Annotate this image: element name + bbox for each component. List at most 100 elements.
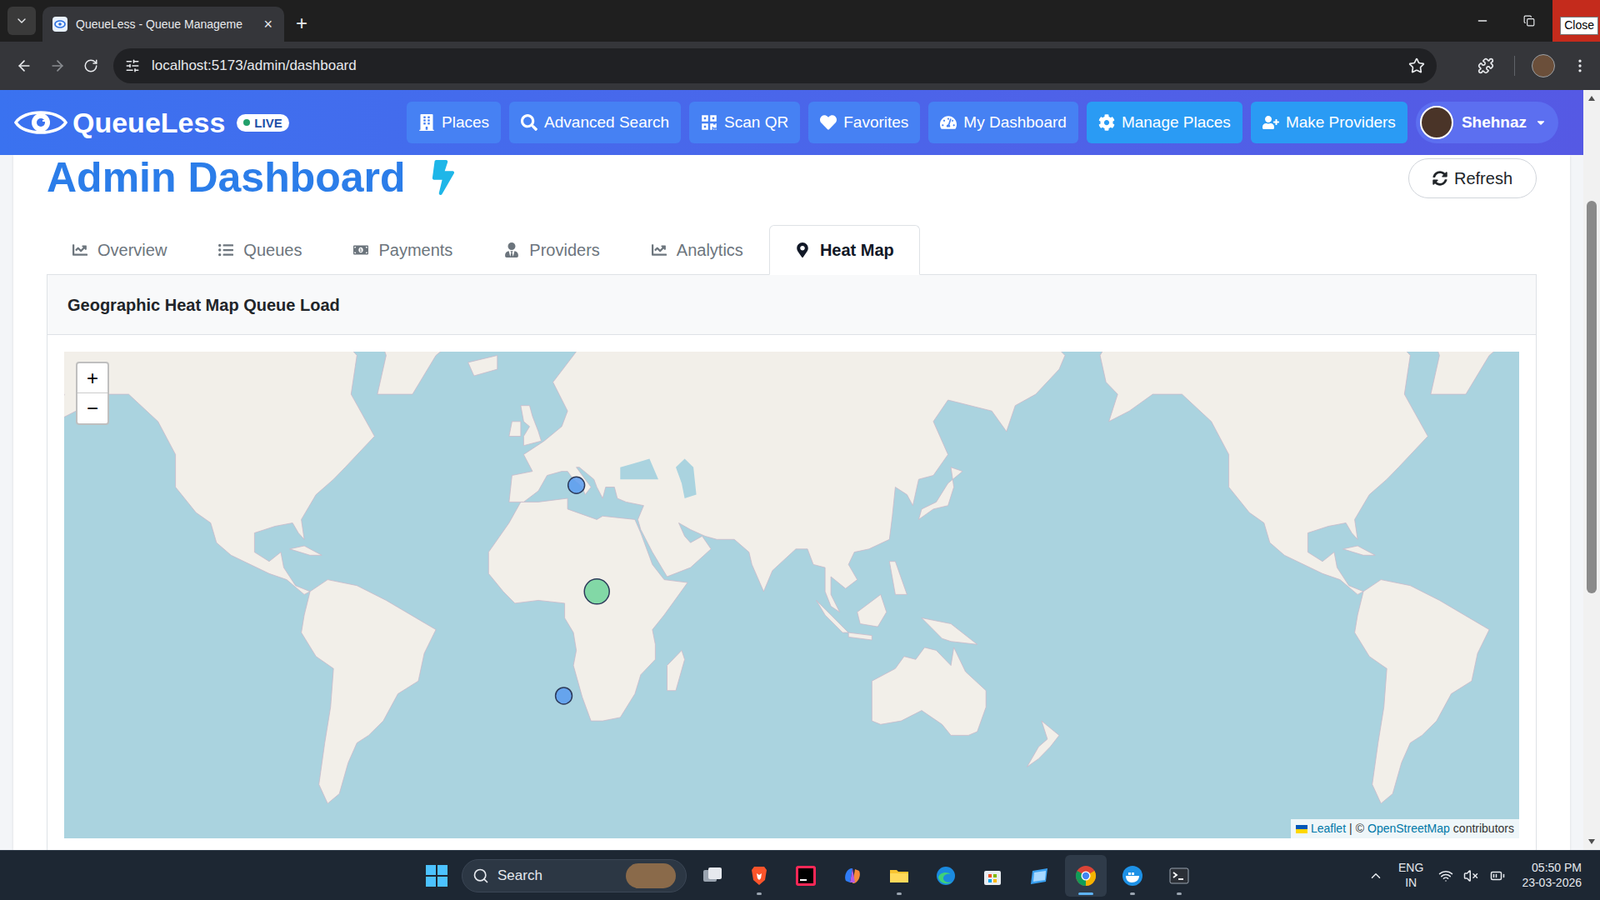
dashboard-tab[interactable]: Providers (478, 225, 625, 275)
scrollbar-thumb[interactable] (1586, 200, 1597, 594)
chevron-down-icon (15, 14, 29, 28)
wifi-icon (1438, 868, 1454, 884)
copilot-icon (840, 864, 865, 888)
refresh-button[interactable]: Refresh (1408, 158, 1537, 199)
dashboard-tabs: OverviewQueuesPaymentsProvidersAnalytics… (46, 225, 1537, 275)
star-icon[interactable] (1408, 57, 1425, 75)
running-indicator (1078, 892, 1094, 895)
brand-name: QueueLess (72, 108, 225, 137)
osm-link[interactable]: OpenStreetMap (1367, 820, 1450, 838)
dashboard-tab[interactable]: Queues (192, 225, 328, 275)
taskbar-app[interactable] (971, 855, 1014, 897)
menu-icon[interactable] (1571, 57, 1589, 75)
nav-button[interactable]: Favorites (808, 101, 920, 144)
user-menu[interactable]: Shehnaz (1415, 101, 1559, 144)
nav-button[interactable]: Manage Places (1086, 101, 1243, 144)
dashboard-tab[interactable]: Overview (46, 225, 193, 275)
url-text: localhost:5173/admin/dashboard (151, 55, 1397, 77)
zoom-control: +− (75, 361, 110, 425)
search-icon (520, 114, 538, 131)
nav-button[interactable]: Advanced Search (509, 101, 681, 144)
site-info-icon[interactable] (125, 58, 140, 74)
chart-icon (651, 242, 667, 258)
forward-button[interactable] (43, 51, 72, 80)
tab-list-button[interactable] (7, 6, 36, 35)
nav-button[interactable]: Places (406, 101, 501, 144)
zoom-out-button[interactable]: − (77, 393, 108, 424)
browser-tab-strip: QueueLess - Queue Manageme×+Close (0, 0, 1600, 42)
nav-button[interactable]: Make Providers (1250, 101, 1408, 144)
scrollbar[interactable] (1583, 90, 1600, 850)
running-indicator (1176, 892, 1182, 895)
system-tray[interactable] (1438, 868, 1507, 884)
arrow-left-icon (15, 57, 33, 75)
running-indicator (756, 892, 762, 895)
profile-avatar[interactable] (1531, 54, 1555, 78)
windows-logo-icon (425, 864, 449, 888)
chrome-icon (1074, 864, 1098, 888)
zoom-in-button[interactable]: + (77, 363, 108, 394)
store-icon (980, 864, 1005, 888)
restore-icon (1523, 15, 1535, 27)
start-button[interactable] (416, 855, 457, 896)
reload-button[interactable] (76, 51, 105, 80)
brave-icon (747, 864, 771, 888)
taskbar-app[interactable] (1065, 855, 1107, 897)
heat-marker[interactable] (568, 476, 585, 494)
tab-close-button[interactable]: × (261, 16, 275, 32)
omnibox[interactable]: localhost:5173/admin/dashboard (113, 48, 1437, 84)
docker-icon (1120, 864, 1145, 888)
battery-icon (1488, 868, 1507, 884)
brand[interactable]: QueueLess LIVE (12, 104, 290, 141)
live-badge: LIVE (236, 114, 289, 132)
map-attribution: Leaflet|©OpenStreetMapcontributors (1290, 819, 1520, 839)
refresh-icon (1432, 170, 1448, 186)
clock[interactable]: 05:50 PM23-03-2026 (1521, 860, 1582, 890)
dashboard-tab[interactable]: Payments (327, 225, 479, 275)
running-indicator (1130, 892, 1135, 895)
dashboard-tab[interactable]: Heat Map (769, 225, 920, 275)
taskbar-app[interactable] (1111, 855, 1154, 897)
money-icon (353, 242, 369, 258)
caret-down-icon (1535, 116, 1547, 129)
taskbar-app[interactable] (785, 855, 827, 897)
world-map (64, 351, 1520, 839)
desktop: QueueLess - Queue Manageme×+Closelocalho… (0, 0, 1600, 900)
extensions-icon[interactable] (1477, 57, 1495, 75)
taskbar-app[interactable] (1158, 855, 1200, 897)
eye-logo-icon (12, 104, 70, 141)
qr-code-icon (700, 114, 718, 131)
scroll-down-icon[interactable] (1587, 838, 1596, 845)
heat-map[interactable]: +− Leaflet|©OpenStreetMapcontributors (64, 351, 1520, 839)
scroll-up-icon[interactable] (1587, 95, 1596, 102)
language-indicator[interactable]: ENGIN (1398, 860, 1424, 890)
nav-button[interactable]: Scan QR (689, 101, 800, 144)
gear-icon (1098, 114, 1115, 131)
gauge-icon (940, 114, 957, 131)
browser-tab[interactable]: QueueLess - Queue Manageme× (42, 6, 285, 42)
taskbar-app[interactable] (738, 855, 780, 897)
leaflet-link[interactable]: Leaflet (1310, 820, 1346, 838)
edge-icon (934, 864, 958, 888)
heat-marker[interactable] (584, 579, 610, 605)
heat-marker[interactable] (555, 687, 573, 705)
taskbar-app[interactable] (691, 855, 734, 897)
restore-button[interactable] (1505, 0, 1553, 42)
minimize-button[interactable] (1459, 0, 1506, 42)
new-tab-button[interactable]: + (295, 13, 308, 34)
dashboard-header: Admin DashboardRefresh (46, 155, 1537, 199)
taskbar-app[interactable] (878, 855, 920, 897)
arrow-right-icon (49, 57, 66, 75)
running-indicator (896, 892, 902, 895)
browser-toolbar: localhost:5173/admin/dashboard (0, 41, 1600, 90)
back-button[interactable] (10, 51, 39, 80)
dashboard-tab[interactable]: Analytics (625, 225, 770, 275)
taskbar-app[interactable] (831, 855, 874, 897)
heart-icon (820, 114, 837, 131)
hidden-icons-icon[interactable] (1368, 868, 1384, 884)
nav-button[interactable]: My Dashboard (928, 101, 1079, 144)
taskbar-app[interactable] (925, 855, 967, 897)
search-icon (472, 867, 490, 885)
taskbar-search[interactable]: Search (461, 859, 687, 893)
taskbar-app[interactable] (1018, 855, 1060, 897)
